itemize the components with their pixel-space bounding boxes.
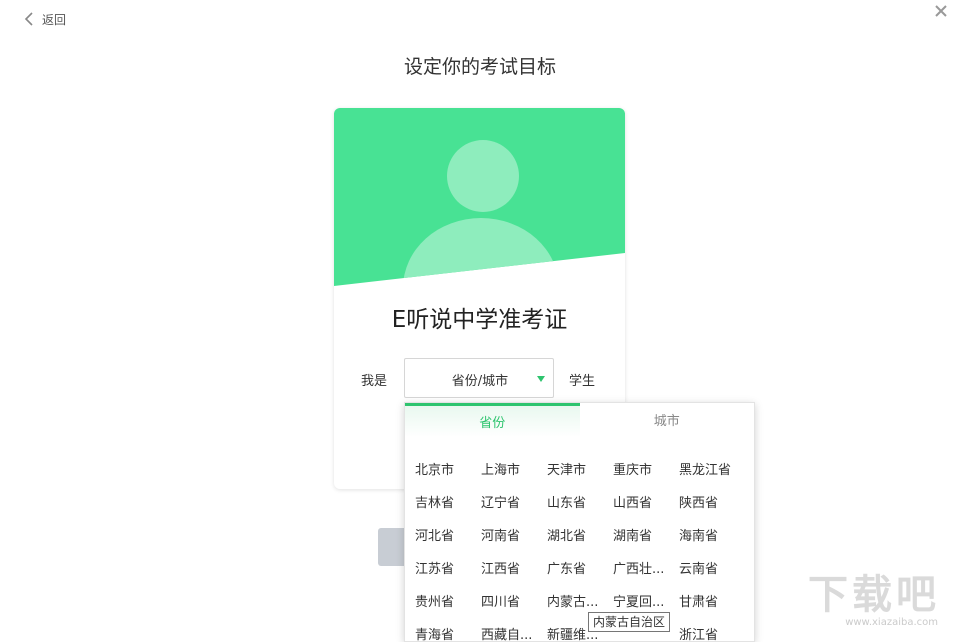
province-item[interactable]: 青海省 <box>415 625 481 642</box>
province-item[interactable]: 江西省 <box>481 559 547 581</box>
province-item[interactable]: 湖南省 <box>613 526 679 548</box>
province-item[interactable]: 四川省 <box>481 592 547 614</box>
province-item[interactable]: 山东省 <box>547 493 613 515</box>
province-item[interactable]: 浙江省 <box>679 625 745 642</box>
province-item[interactable]: 西藏自... <box>481 625 547 642</box>
card-heading: E听说中学准考证 <box>334 300 625 334</box>
tooltip: 内蒙古自治区 <box>588 612 670 632</box>
province-item[interactable]: 江苏省 <box>415 559 481 581</box>
province-item[interactable]: 内蒙古... <box>547 592 613 614</box>
close-icon[interactable] <box>932 2 950 20</box>
province-item[interactable]: 天津市 <box>547 460 613 482</box>
province-item[interactable]: 陕西省 <box>679 493 745 515</box>
province-dropdown: 省份 城市 北京市上海市天津市重庆市黑龙江省吉林省辽宁省山东省山西省陕西省河北省… <box>404 402 755 642</box>
province-item[interactable]: 海南省 <box>679 526 745 548</box>
province-item[interactable]: 广西壮... <box>613 559 679 581</box>
province-grid: 北京市上海市天津市重庆市黑龙江省吉林省辽宁省山东省山西省陕西省河北省河南省湖北省… <box>405 437 754 642</box>
province-item[interactable]: 吉林省 <box>415 493 481 515</box>
province-city-select[interactable]: 省份/城市 <box>404 358 554 398</box>
tab-city[interactable]: 城市 <box>580 403 755 437</box>
province-item[interactable]: 北京市 <box>415 460 481 482</box>
province-item[interactable]: 重庆市 <box>613 460 679 482</box>
province-item[interactable]: 黑龙江省 <box>679 460 745 482</box>
suffix-label: 学生 <box>569 370 595 389</box>
select-value: 省份/城市 <box>405 370 555 389</box>
province-item[interactable]: 河南省 <box>481 526 547 548</box>
province-item[interactable]: 河北省 <box>415 526 481 548</box>
back-label: 返回 <box>42 11 66 28</box>
province-item[interactable]: 贵州省 <box>415 592 481 614</box>
province-item[interactable]: 上海市 <box>481 460 547 482</box>
back-button[interactable]: 返回 <box>22 10 66 28</box>
prefix-label: 我是 <box>361 370 387 389</box>
province-item[interactable]: 辽宁省 <box>481 493 547 515</box>
avatar-head <box>447 140 519 212</box>
tab-province[interactable]: 省份 <box>405 403 580 437</box>
watermark-url: www.xiazaiba.com <box>845 617 938 628</box>
province-item[interactable]: 云南省 <box>679 559 745 581</box>
page-title: 设定你的考试目标 <box>0 52 960 79</box>
watermark-logo: 下载吧 <box>808 562 940 620</box>
province-item[interactable]: 广东省 <box>547 559 613 581</box>
caret-down-icon <box>537 376 545 382</box>
province-item[interactable]: 湖北省 <box>547 526 613 548</box>
dropdown-tabs: 省份 城市 <box>405 403 754 437</box>
province-item[interactable]: 宁夏回... <box>613 592 679 614</box>
province-item[interactable]: 山西省 <box>613 493 679 515</box>
province-item[interactable]: 甘肃省 <box>679 592 745 614</box>
chevron-left-icon <box>22 10 38 28</box>
avatar-banner <box>334 108 625 288</box>
